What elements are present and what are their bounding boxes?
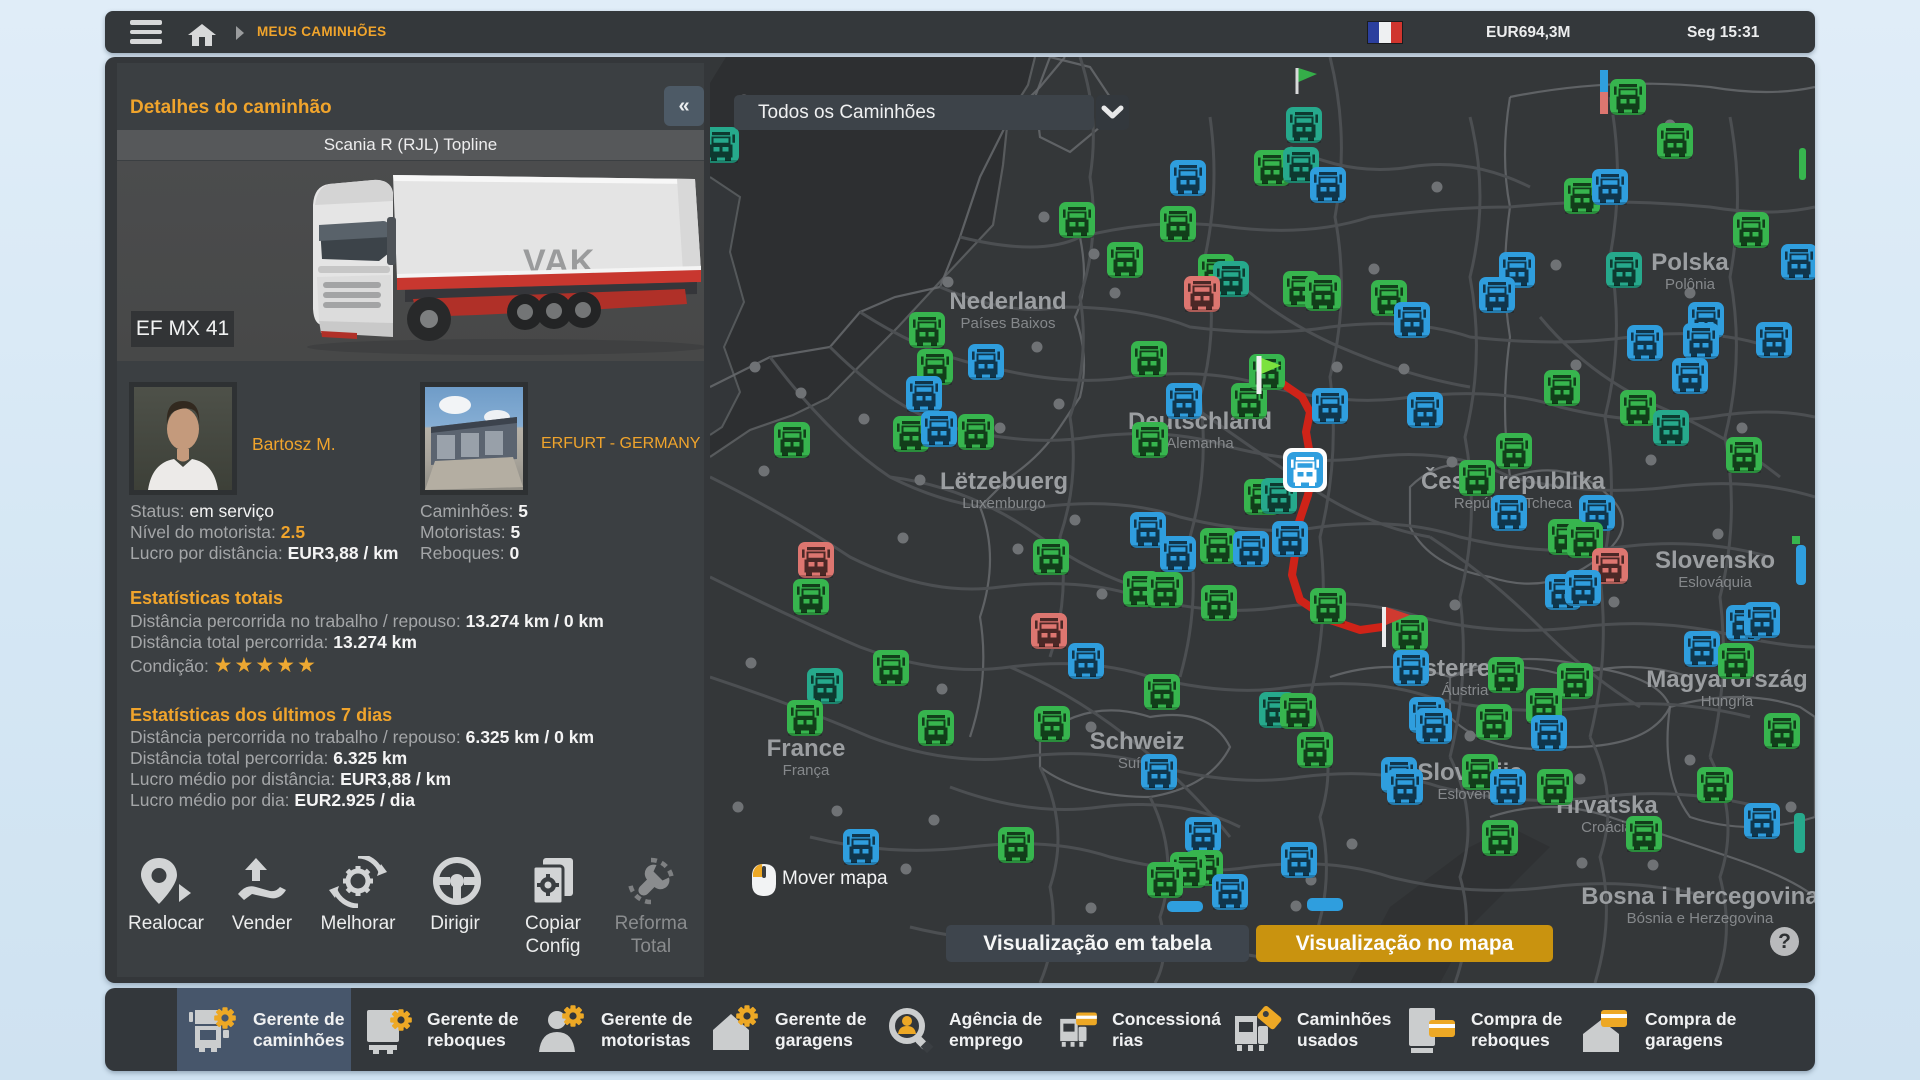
svg-text:Áustria: Áustria [1442, 682, 1489, 699]
svg-text:Česká republika: Česká republika [1421, 467, 1606, 495]
svg-text:Luxemburgo: Luxemburgo [962, 495, 1045, 512]
svg-text:Schweiz: Schweiz [1090, 728, 1185, 755]
svg-text:Croácia: Croácia [1581, 819, 1633, 836]
svg-text:Polônia: Polônia [1665, 276, 1716, 293]
svg-text:France: France [767, 735, 846, 762]
svg-text:Nederland: Nederland [949, 288, 1066, 315]
svg-text:Países Baixos: Países Baixos [960, 315, 1055, 332]
svg-text:Bosna i Hercegovina: Bosna i Hercegovina [1581, 883, 1815, 910]
svg-text:Hungria: Hungria [1701, 693, 1754, 710]
svg-text:França: França [783, 762, 830, 779]
svg-text:Lëtzebuerg: Lëtzebuerg [940, 468, 1068, 495]
svg-text:Slovensko: Slovensko [1655, 547, 1775, 574]
svg-text:Bósnia e Herzegovina: Bósnia e Herzegovina [1627, 910, 1774, 927]
svg-text:Polska: Polska [1651, 249, 1729, 276]
svg-text:Eslováquia: Eslováquia [1678, 574, 1752, 591]
svg-text:Alemanha: Alemanha [1166, 435, 1234, 452]
